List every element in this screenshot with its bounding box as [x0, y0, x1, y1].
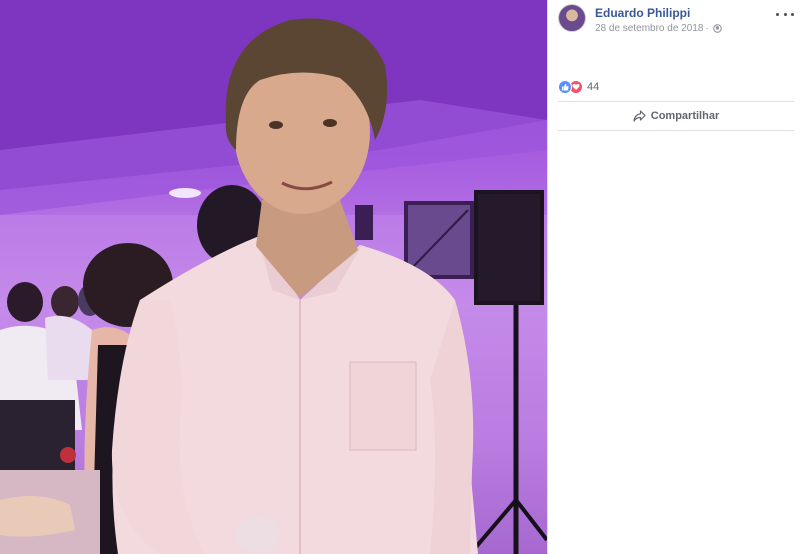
post-meta: 28 de setembro de 2018 · — [595, 23, 722, 34]
like-icon — [558, 80, 572, 94]
author-name-link[interactable]: Eduardo Philippi — [595, 6, 690, 20]
share-label: Compartilhar — [650, 110, 720, 122]
post-viewer: Eduardo Philippi 28 de setembro de 2018 … — [0, 0, 800, 554]
meta-separator: · — [705, 23, 709, 34]
divider — [558, 130, 794, 131]
more-options-icon[interactable] — [776, 8, 794, 20]
post-side-panel: Eduardo Philippi 28 de setembro de 2018 … — [547, 0, 800, 554]
photo-scene — [0, 0, 547, 554]
globe-icon[interactable] — [712, 24, 722, 33]
post-header: Eduardo Philippi 28 de setembro de 2018 … — [558, 4, 794, 36]
reaction-count: 44 — [587, 81, 600, 93]
reactions-summary[interactable]: 44 — [558, 79, 599, 95]
share-icon — [633, 110, 646, 122]
post-photo[interactable] — [0, 0, 547, 554]
divider — [558, 101, 794, 102]
author-avatar[interactable] — [558, 4, 586, 32]
post-date[interactable]: 28 de setembro de 2018 — [595, 23, 703, 34]
share-button[interactable]: Compartilhar — [558, 104, 794, 128]
